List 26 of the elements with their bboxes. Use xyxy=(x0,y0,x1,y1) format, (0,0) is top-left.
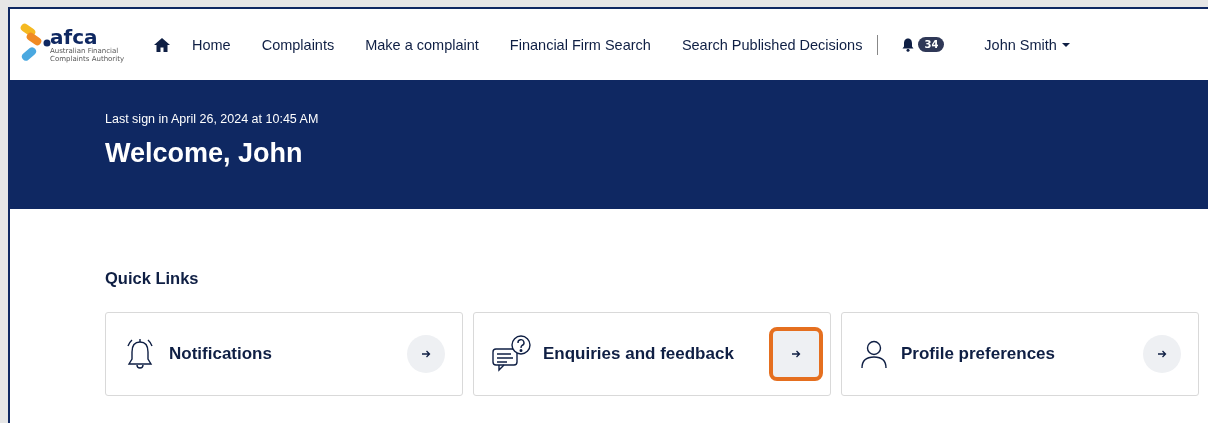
notification-count: 34 xyxy=(918,37,945,52)
last-sign-in-text: Last sign in April 26, 2024 at 10:45 AM xyxy=(105,112,320,126)
nav-link[interactable]: Complaints xyxy=(261,36,335,53)
chat-question-icon xyxy=(491,335,531,373)
logo-wordmark: afca xyxy=(50,26,98,47)
user-menu[interactable]: John Smith xyxy=(984,36,1070,53)
bell-icon[interactable] xyxy=(902,37,915,52)
arrow-button[interactable] xyxy=(769,327,823,381)
quick-link-label: Enquiries and feedback xyxy=(543,344,735,364)
caret-icon xyxy=(1061,42,1070,47)
quick-link-label: Notifications xyxy=(169,344,273,364)
quick-link-card[interactable]: Notifications xyxy=(105,312,463,396)
arrow-right-icon xyxy=(791,350,801,358)
nav-link[interactable]: Search Published Decisions xyxy=(681,36,863,53)
home-icon[interactable] xyxy=(154,37,170,52)
quick-link-card[interactable]: Profile preferences xyxy=(841,312,1199,396)
arrow-right-icon xyxy=(421,350,431,358)
quick-link-label: Profile preferences xyxy=(901,344,1056,364)
person-icon xyxy=(859,339,889,369)
welcome-heading: Welcome, John xyxy=(105,138,304,169)
nav-link[interactable]: Make a complaint xyxy=(365,36,479,53)
nav-link[interactable]: Home xyxy=(192,36,231,53)
arrow-right-icon xyxy=(1157,350,1167,358)
section-heading: Quick Links xyxy=(105,269,200,288)
quick-link-card[interactable]: Enquiries and feedback xyxy=(473,312,831,396)
nav-link[interactable]: Financial Firm Search xyxy=(509,36,651,53)
